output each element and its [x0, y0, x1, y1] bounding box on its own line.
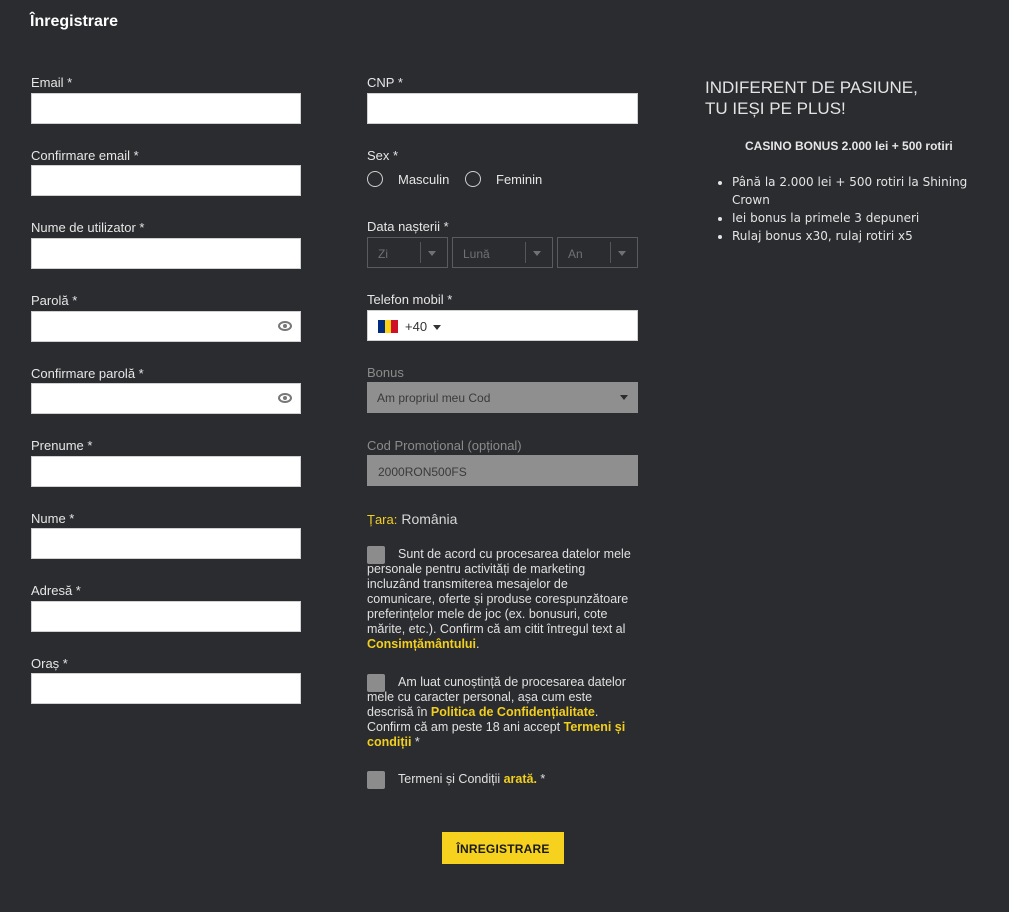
birth-month-select[interactable]: Lună: [452, 237, 553, 268]
promo-title-line1: INDIFERENT DE PASIUNE,: [705, 78, 918, 97]
marketing-consent-suffix: .: [476, 637, 480, 651]
list-item: Iei bonus la primele 3 depuneri: [732, 209, 982, 227]
birth-year-select[interactable]: An: [557, 237, 638, 268]
list-item: Până la 2.000 lei + 500 rotiri la Shinin…: [732, 173, 982, 209]
promo-code-field[interactable]: 2000RON500FS: [367, 455, 638, 486]
chevron-down-icon: [618, 251, 626, 256]
bonus-selected-value: Am propriul meu Cod: [377, 391, 491, 405]
page-title: Înregistrare: [30, 13, 119, 30]
terms-show-link[interactable]: arată.: [504, 772, 537, 786]
username-label: Nume de utilizator *: [31, 220, 145, 235]
confirm-email-field[interactable]: [31, 165, 301, 196]
consent-link[interactable]: Consimțământului: [367, 637, 476, 651]
birth-day-select[interactable]: Zi: [367, 237, 448, 268]
last-name-label: Nume *: [31, 511, 75, 526]
chevron-down-icon: [533, 251, 541, 256]
terms-text: Termeni și Condiții arată. *: [367, 772, 639, 787]
romania-flag-icon[interactable]: [378, 320, 399, 333]
cnp-label: CNP *: [367, 75, 403, 90]
first-name-label: Prenume *: [31, 438, 93, 453]
confirm-password-field[interactable]: [31, 383, 301, 414]
sex-male-label[interactable]: Masculin: [398, 172, 449, 187]
password-label: Parolă *: [31, 293, 78, 308]
password-field[interactable]: [31, 311, 301, 342]
promo-bullets: Până la 2.000 lei + 500 rotiri la Shinin…: [714, 173, 982, 245]
chevron-down-icon[interactable]: [433, 325, 441, 330]
promo-title-line2: TU IEȘI PE PLUS!: [705, 99, 846, 118]
terms-body: Termeni și Condiții: [398, 772, 504, 786]
country-value: România: [401, 511, 458, 527]
sex-female-radio[interactable]: [465, 171, 481, 187]
email-field[interactable]: [31, 93, 301, 124]
phone-label: Telefon mobil *: [367, 292, 453, 307]
promo-title: INDIFERENT DE PASIUNE, TU IEȘI PE PLUS!: [705, 77, 918, 119]
bonus-label: Bonus: [367, 365, 404, 380]
confirm-password-label: Confirmare parolă *: [31, 366, 144, 381]
sex-female-label[interactable]: Feminin: [496, 172, 542, 187]
eye-icon[interactable]: [278, 321, 292, 331]
username-field[interactable]: [31, 238, 301, 269]
confirm-email-label: Confirmare email *: [31, 148, 139, 163]
eye-icon[interactable]: [278, 393, 292, 403]
privacy-consent-text: Am luat cunoștință de procesarea datelor…: [367, 675, 639, 750]
marketing-consent-text: Sunt de acord cu procesarea datelor mele…: [367, 547, 639, 652]
promo-code-label: Cod Promoțional (opțional): [367, 438, 522, 453]
list-item: Rulaj bonus x30, rulaj rotiri x5: [732, 227, 982, 245]
register-button[interactable]: ÎNREGISTRARE: [442, 832, 564, 864]
city-label: Oraș *: [31, 656, 68, 671]
email-label: Email *: [31, 75, 73, 90]
sex-label: Sex *: [367, 148, 399, 163]
chevron-down-icon: [620, 395, 628, 400]
marketing-consent-body: Sunt de acord cu procesarea datelor mele…: [367, 547, 631, 636]
birth-day-placeholder: Zi: [378, 247, 388, 261]
birth-year-placeholder: An: [568, 247, 583, 261]
phone-country-code[interactable]: +40: [405, 319, 427, 334]
birth-month-placeholder: Lună: [463, 247, 490, 261]
first-name-field[interactable]: [31, 456, 301, 487]
promo-subtitle: CASINO BONUS 2.000 lei + 500 rotiri: [745, 139, 953, 153]
phone-field[interactable]: +40: [367, 310, 638, 341]
last-name-field[interactable]: [31, 528, 301, 559]
address-label: Adresă *: [31, 583, 81, 598]
city-field[interactable]: [31, 673, 301, 704]
address-field[interactable]: [31, 601, 301, 632]
privacy-policy-link[interactable]: Politica de Confidențialitate: [431, 705, 595, 719]
terms-suffix: *: [536, 772, 546, 786]
country-label: Țara:: [367, 512, 398, 527]
sex-male-radio[interactable]: [367, 171, 383, 187]
birthdate-label: Data nașterii *: [367, 219, 449, 234]
privacy-consent-suffix: *: [411, 735, 420, 749]
bonus-select[interactable]: Am propriul meu Cod: [367, 382, 638, 413]
chevron-down-icon: [428, 251, 436, 256]
cnp-field[interactable]: [367, 93, 638, 124]
country-row: Țara: România: [367, 511, 457, 527]
